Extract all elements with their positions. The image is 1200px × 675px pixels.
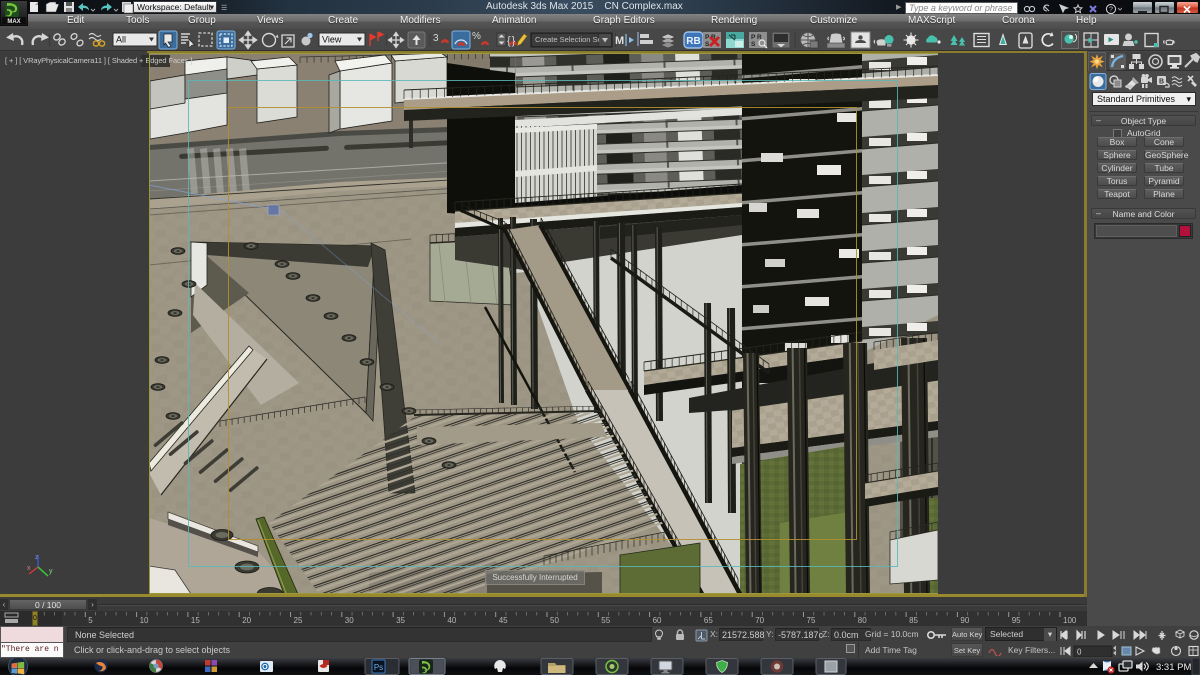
svg-text:35: 35 <box>396 616 405 625</box>
svg-text:S: S <box>705 41 710 48</box>
svg-text:B: B <box>1159 79 1164 86</box>
svg-text:x: x <box>27 565 31 572</box>
svg-text:5: 5 <box>88 616 93 625</box>
svg-text:View: View <box>322 35 342 45</box>
svg-text:3: 3 <box>433 33 439 44</box>
svg-text:95: 95 <box>1012 616 1021 625</box>
svg-text:20: 20 <box>242 616 251 625</box>
svg-text:O: O <box>262 664 268 671</box>
svg-text:RB: RB <box>686 36 700 47</box>
svg-text:65: 65 <box>704 616 713 625</box>
svg-text:All: All <box>116 35 126 45</box>
svg-text:25: 25 <box>294 616 303 625</box>
svg-text:0: 0 <box>1077 648 1082 657</box>
svg-text:75: 75 <box>807 616 816 625</box>
svg-text:80: 80 <box>858 616 867 625</box>
svg-text:50: 50 <box>550 616 559 625</box>
svg-text:60: 60 <box>653 616 662 625</box>
svg-text:40: 40 <box>447 616 456 625</box>
svg-text:15: 15 <box>191 616 200 625</box>
svg-text:45: 45 <box>499 616 508 625</box>
svg-text:3:31 PM: 3:31 PM <box>1156 662 1191 673</box>
svg-text:90: 90 <box>960 616 969 625</box>
svg-text:30: 30 <box>345 616 354 625</box>
svg-text:Create Selection Se: Create Selection Se <box>535 35 602 44</box>
svg-text:10: 10 <box>140 616 149 625</box>
svg-text:?: ? <box>1109 7 1113 14</box>
svg-text:Ps: Ps <box>374 663 383 672</box>
svg-text:{ }: { } <box>507 35 516 47</box>
svg-text:%: % <box>472 31 481 42</box>
svg-text:M: M <box>615 35 624 47</box>
svg-text:85: 85 <box>909 616 918 625</box>
svg-text:MAX: MAX <box>7 19 20 25</box>
svg-text:100: 100 <box>1063 616 1077 625</box>
svg-text:55: 55 <box>601 616 610 625</box>
svg-text:S: S <box>751 41 756 48</box>
svg-text:70: 70 <box>755 616 764 625</box>
svg-text:y: y <box>49 568 53 575</box>
svg-text:z: z <box>35 554 39 561</box>
